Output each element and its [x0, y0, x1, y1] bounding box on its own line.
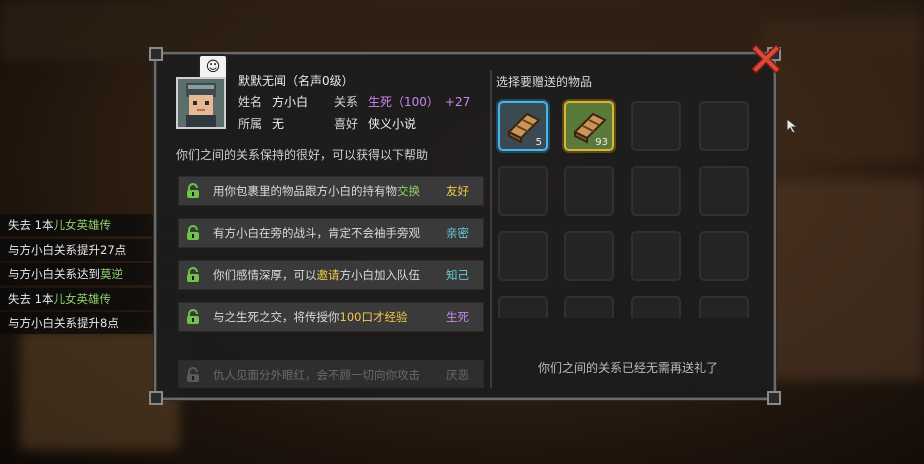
- help-row: 有方小白在旁的战斗，肯定不会袖手旁观 亲密: [178, 218, 484, 248]
- inventory-slot[interactable]: [699, 166, 749, 216]
- inventory-slot[interactable]: [564, 166, 614, 216]
- help-row-level: 友好: [446, 184, 469, 198]
- lock-icon: [187, 183, 199, 198]
- panel-corner: [149, 391, 163, 405]
- inventory-slot[interactable]: [631, 166, 681, 216]
- lock-icon: [187, 267, 199, 282]
- fame-title: 默默无闻（名声0级）: [238, 74, 354, 88]
- panel-corner: [767, 391, 781, 405]
- character-portrait[interactable]: [176, 77, 226, 129]
- help-row: 与之生死之交，将传授你100口才经验 生死: [178, 302, 484, 332]
- inventory-slot[interactable]: [699, 296, 749, 318]
- faction-info: 所属无: [238, 117, 285, 131]
- help-row-level: 亲密: [446, 226, 469, 240]
- lock-icon: [187, 367, 199, 382]
- lock-icon: [187, 309, 199, 324]
- relation-change: +27: [444, 95, 471, 109]
- help-row: 仇人见面分外眼红，会不顾一切向你攻击 厌恶: [178, 360, 484, 388]
- item-count: 93: [595, 137, 608, 148]
- close-x-icon: [751, 44, 781, 74]
- close-button[interactable]: [751, 44, 781, 74]
- help-row: 你们感情深厚，可以邀请方小白加入队伍 知己: [178, 260, 484, 290]
- inventory-slot[interactable]: [498, 231, 548, 281]
- help-row: 用你包裹里的物品跟方小白的持有物交换 友好: [178, 176, 484, 206]
- inventory-slot[interactable]: [699, 101, 749, 151]
- inventory-slot[interactable]: [564, 296, 614, 318]
- name-info: 姓名 方小白: [238, 95, 309, 109]
- inventory-slot-book-item[interactable]: 5: [498, 101, 548, 151]
- relation-value: 生死（100）: [368, 95, 439, 109]
- help-row-text: 仇人见面分外眼红，会不顾一切向你攻击: [213, 368, 420, 382]
- character-name: 方小白: [272, 95, 309, 109]
- help-row-level: 生死: [446, 310, 469, 324]
- inventory-slot[interactable]: [631, 231, 681, 281]
- item-count: 5: [535, 137, 542, 148]
- gift-section-title: 选择要赠送的物品: [496, 75, 593, 89]
- help-row-text: 用你包裹里的物品跟方小白的持有物交换: [213, 184, 420, 198]
- arrow-cursor-icon: [786, 118, 799, 134]
- inventory-slot[interactable]: [498, 166, 548, 216]
- inventory-slot[interactable]: [631, 296, 681, 318]
- inventory-slot-book-item[interactable]: 93: [564, 101, 614, 151]
- background-scene-corner: [760, 20, 920, 160]
- hobby-info: 喜好 侠义小说: [334, 117, 417, 131]
- inventory-slot[interactable]: [631, 101, 681, 151]
- gift-status-message: 你们之间的关系已经无需再送礼了: [538, 361, 719, 375]
- help-row-text: 与之生死之交，将传授你100口才经验: [213, 310, 408, 324]
- inventory-slot[interactable]: [699, 231, 749, 281]
- relation-info: 关系 生死（100） +27: [334, 95, 471, 109]
- inventory-slot[interactable]: [498, 296, 548, 318]
- help-row-level: 厌恶: [446, 368, 469, 382]
- faction-value: 无: [272, 117, 285, 131]
- help-description: 你们之间的关系保持的很好，可以获得以下帮助: [176, 148, 429, 162]
- panel-corner: [149, 47, 163, 61]
- avatar: [176, 77, 226, 129]
- panel-divider: [490, 70, 492, 388]
- help-row-text: 你们感情深厚，可以邀请方小白加入队伍: [213, 268, 420, 282]
- help-row-text: 有方小白在旁的战斗，肯定不会袖手旁观: [213, 226, 420, 240]
- help-row-level: 知己: [446, 268, 469, 282]
- lock-icon: [187, 225, 199, 240]
- hobby-value: 侠义小说: [368, 117, 417, 131]
- inventory-slot[interactable]: [564, 231, 614, 281]
